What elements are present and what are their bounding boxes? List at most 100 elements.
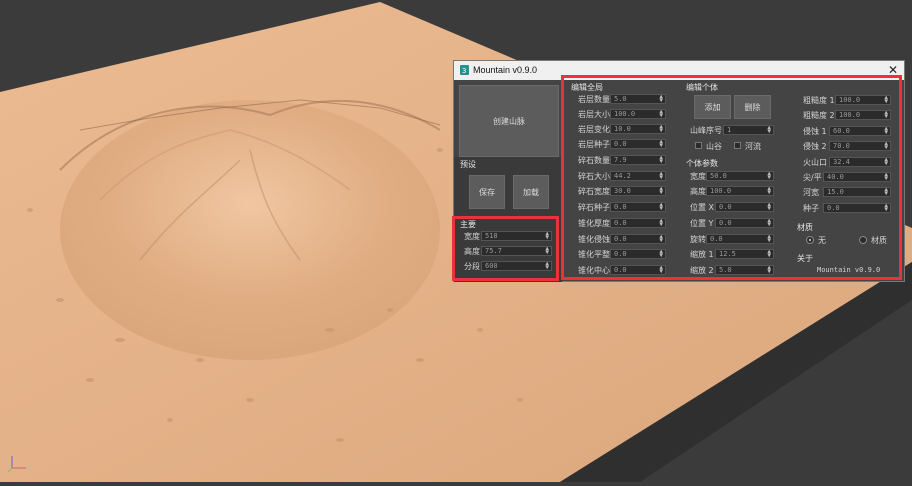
load-preset-button[interactable]: 加载: [513, 175, 549, 209]
right-value: 100.0: [839, 96, 861, 104]
global-row: 锥化中心 0.0 ▲ ▼: [578, 265, 666, 276]
create-mountain-button[interactable]: 创建山脉: [459, 85, 559, 157]
individual-spinner[interactable]: 0.0 ▲ ▼: [715, 202, 774, 212]
spinner-arrows-icon[interactable]: ▲ ▼: [767, 266, 771, 274]
material-mat-radio[interactable]: [859, 236, 867, 244]
global-spinner[interactable]: 100.0 ▲ ▼: [610, 109, 666, 119]
spinner-arrows-icon[interactable]: ▲ ▼: [767, 203, 771, 211]
individual-spinner[interactable]: 50.0 ▲ ▼: [706, 171, 774, 181]
right-spinner[interactable]: 70.0 ▲ ▼: [829, 141, 891, 151]
right-spinner[interactable]: 32.4 ▲ ▼: [829, 157, 891, 167]
right-spinner[interactable]: 60.0 ▲ ▼: [829, 126, 891, 136]
global-spinner[interactable]: 5.0 ▲ ▼: [610, 94, 666, 104]
spinner-arrows-icon[interactable]: ▲ ▼: [659, 156, 663, 164]
material-none-label: 无: [818, 236, 826, 245]
individual-row: 位置 X 0.0 ▲ ▼: [690, 202, 774, 213]
svg-text:3: 3: [462, 67, 466, 75]
right-row: 侵蚀 1 60.0 ▲ ▼: [803, 126, 891, 137]
spinner-arrows-icon[interactable]: ▲ ▼: [659, 235, 663, 243]
spinner-arrows-icon[interactable]: ▲ ▼: [767, 235, 771, 243]
right-spinner[interactable]: 100.0 ▲ ▼: [835, 110, 891, 120]
save-preset-button[interactable]: 保存: [469, 175, 505, 209]
spinner-arrows-icon[interactable]: ▲ ▼: [884, 158, 888, 166]
global-value: 0.0: [614, 140, 627, 148]
spinner-arrows-icon[interactable]: ▲ ▼: [659, 140, 663, 148]
right-spinner[interactable]: 40.0 ▲ ▼: [823, 172, 891, 182]
global-spinner[interactable]: 0.0 ▲ ▼: [610, 265, 666, 275]
spinner-arrows-icon[interactable]: ▲ ▼: [659, 125, 663, 133]
spinner-arrows-icon[interactable]: ▲ ▼: [767, 172, 771, 180]
spinner-arrows-icon[interactable]: ▲ ▼: [884, 96, 888, 104]
title-bar[interactable]: 3 Mountain v0.9.0 ✕: [454, 61, 904, 80]
main-segments-spinner[interactable]: 600 ▲ ▼: [481, 261, 552, 271]
spinner-arrows-icon[interactable]: ▲ ▼: [659, 203, 663, 211]
global-row: 碎石种子 0.0 ▲ ▼: [578, 202, 666, 213]
right-spinner[interactable]: 100.0 ▲ ▼: [835, 95, 891, 105]
global-label: 锥化平整: [578, 250, 610, 259]
main-width-row: 宽度 518 ▲ ▼: [464, 231, 552, 242]
spinner-arrows-icon[interactable]: ▲ ▼: [884, 127, 888, 135]
spinner-arrows-icon[interactable]: ▲ ▼: [767, 187, 771, 195]
delete-button[interactable]: 删除: [734, 95, 771, 119]
add-button[interactable]: 添加: [694, 95, 731, 119]
right-label: 粗糙度 1: [803, 96, 835, 105]
right-value: 40.0: [827, 173, 844, 181]
spinner-arrows-icon[interactable]: ▲ ▼: [659, 95, 663, 103]
global-spinner[interactable]: 0.0 ▲ ▼: [610, 139, 666, 149]
spinner-arrows-icon[interactable]: ▲ ▼: [545, 232, 549, 240]
spinner-arrows-icon[interactable]: ▲ ▼: [884, 204, 888, 212]
spinner-arrows-icon[interactable]: ▲ ▼: [884, 173, 888, 181]
right-spinner[interactable]: 15.0 ▲ ▼: [823, 187, 891, 197]
spinner-arrows-icon[interactable]: ▲ ▼: [884, 188, 888, 196]
global-row: 锥化厚度 0.0 ▲ ▼: [578, 218, 666, 229]
spinner-arrows-icon[interactable]: ▲ ▼: [659, 172, 663, 180]
right-label: 河宽: [803, 188, 819, 197]
individual-value: 12.5: [719, 250, 736, 258]
river-checkbox[interactable]: [734, 142, 741, 149]
spinner-arrows-icon[interactable]: ▲ ▼: [767, 219, 771, 227]
spinner-arrows-icon[interactable]: ▲ ▼: [659, 219, 663, 227]
spinner-arrows-icon[interactable]: ▲ ▼: [884, 142, 888, 150]
spinner-arrows-icon[interactable]: ▲ ▼: [884, 111, 888, 119]
spinner-arrows-icon[interactable]: ▲ ▼: [767, 126, 771, 134]
global-spinner[interactable]: 10.0 ▲ ▼: [610, 124, 666, 134]
spinner-arrows-icon[interactable]: ▲ ▼: [659, 266, 663, 274]
global-spinner[interactable]: 44.2 ▲ ▼: [610, 171, 666, 181]
global-value: 7.9: [614, 156, 627, 164]
main-width-spinner[interactable]: 518 ▲ ▼: [481, 231, 552, 241]
individual-spinner[interactable]: 0.0 ▲ ▼: [715, 218, 774, 228]
spinner-arrows-icon[interactable]: ▲ ▼: [767, 250, 771, 258]
individual-label: 位置 Y: [690, 219, 714, 228]
window-body: 创建山脉 预设 保存 加载 主要 宽度 518 ▲ ▼ 高度 75.7 ▲ ▼ 分段 6…: [454, 80, 904, 282]
close-icon[interactable]: ✕: [888, 63, 898, 77]
material-none-radio[interactable]: [806, 236, 814, 244]
spinner-arrows-icon[interactable]: ▲ ▼: [545, 247, 549, 255]
spinner-arrows-icon[interactable]: ▲ ▼: [545, 262, 549, 270]
individual-value: 0.0: [710, 235, 723, 243]
global-value: 5.0: [614, 95, 627, 103]
global-spinner[interactable]: 0.0 ▲ ▼: [610, 234, 666, 244]
main-label: 主要: [460, 220, 476, 229]
global-spinner[interactable]: 30.0 ▲ ▼: [610, 186, 666, 196]
right-label: 侵蚀 1: [803, 127, 827, 136]
river-label: 河流: [745, 142, 761, 151]
individual-value: 0.0: [719, 219, 732, 227]
global-label: 碎石宽度: [578, 187, 610, 196]
spinner-arrows-icon[interactable]: ▲ ▼: [659, 187, 663, 195]
individual-spinner[interactable]: 12.5 ▲ ▼: [715, 249, 774, 259]
global-spinner[interactable]: 0.0 ▲ ▼: [610, 249, 666, 259]
individual-spinner[interactable]: 5.0 ▲ ▼: [715, 265, 774, 275]
global-spinner[interactable]: 7.9 ▲ ▼: [610, 155, 666, 165]
mountain-index-spinner[interactable]: 1 ▲ ▼: [723, 125, 774, 135]
individual-spinner[interactable]: 0.0 ▲ ▼: [706, 234, 774, 244]
global-spinner[interactable]: 0.0 ▲ ▼: [610, 202, 666, 212]
individual-spinner[interactable]: 100.0 ▲ ▼: [706, 186, 774, 196]
spinner-arrows-icon[interactable]: ▲ ▼: [659, 110, 663, 118]
spinner-arrows-icon[interactable]: ▲ ▼: [659, 250, 663, 258]
main-height-spinner[interactable]: 75.7 ▲ ▼: [481, 246, 552, 256]
individual-value: 50.0: [710, 172, 727, 180]
right-spinner[interactable]: 0.0 ▲ ▼: [823, 203, 891, 213]
global-value: 100.0: [614, 110, 636, 118]
valley-checkbox[interactable]: [695, 142, 702, 149]
global-spinner[interactable]: 0.0 ▲ ▼: [610, 218, 666, 228]
